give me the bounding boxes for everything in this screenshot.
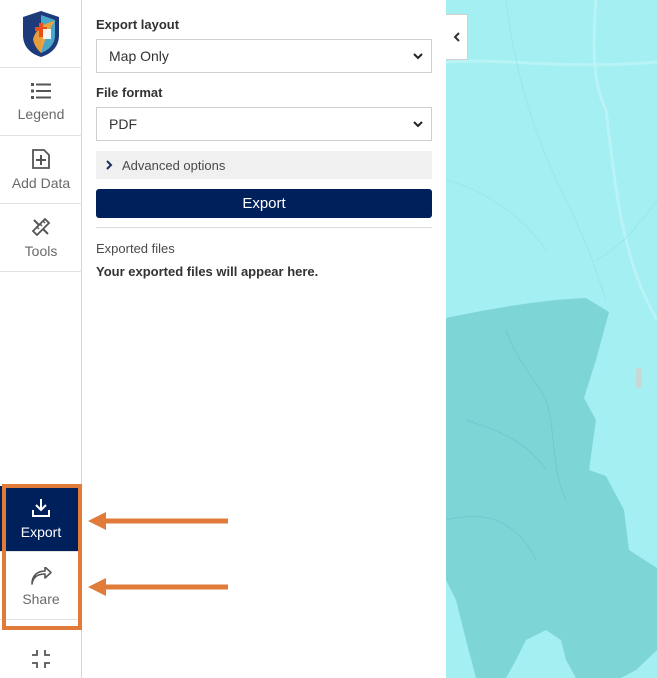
map-view[interactable] xyxy=(446,0,657,678)
app-logo xyxy=(0,0,82,68)
divider xyxy=(96,227,432,228)
chevron-left-icon xyxy=(453,32,460,42)
file-format-select[interactable]: PDF xyxy=(96,107,432,141)
export-layout-value: Map Only xyxy=(109,48,169,64)
rail-item-add-data[interactable]: Add Data xyxy=(0,136,82,204)
chevron-right-icon xyxy=(106,160,113,170)
export-button[interactable]: Export xyxy=(96,189,432,218)
annotation-arrow-export xyxy=(88,512,228,530)
chevron-down-icon xyxy=(413,121,423,128)
export-layout-label: Export layout xyxy=(96,17,180,32)
file-format-label: File format xyxy=(96,85,163,100)
tools-icon xyxy=(31,217,51,236)
rail-item-tools[interactable]: Tools xyxy=(0,204,82,272)
export-layout-select[interactable]: Map Only xyxy=(96,39,432,73)
advanced-options-label: Advanced options xyxy=(122,157,226,173)
rail-item-label: Tools xyxy=(24,242,58,259)
panel-collapse-toggle[interactable] xyxy=(446,14,468,60)
file-format-value: PDF xyxy=(109,116,137,132)
rail-item-label: Add Data xyxy=(11,174,71,191)
annotation-highlight-box xyxy=(2,484,82,630)
exported-files-label: Exported files xyxy=(96,241,175,256)
exported-files-empty-message: Your exported files will appear here. xyxy=(96,264,319,279)
add-data-icon xyxy=(32,148,50,169)
annotation-arrow-share xyxy=(88,578,228,596)
rail-item-label: Legend xyxy=(17,105,65,122)
shield-cross-logo-icon xyxy=(23,10,59,57)
collapse-button[interactable] xyxy=(0,640,82,678)
rail-item-legend[interactable]: Legend xyxy=(0,68,82,136)
collapse-icon xyxy=(32,650,50,668)
chevron-down-icon xyxy=(413,53,423,60)
map-canvas xyxy=(446,0,657,678)
list-icon xyxy=(31,82,51,99)
advanced-options-toggle[interactable]: Advanced options xyxy=(96,151,432,179)
